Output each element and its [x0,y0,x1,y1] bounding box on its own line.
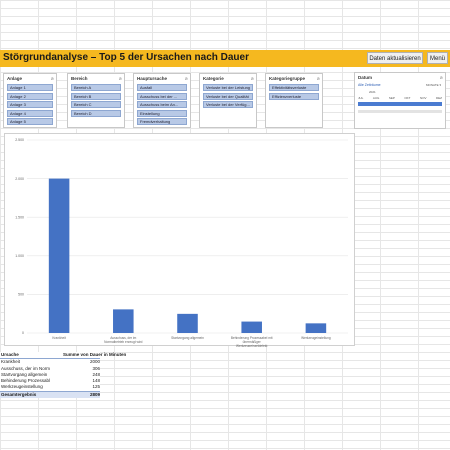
pivot-row[interactable]: Werkzeugeinstellung 125 [0,384,100,390]
slicer-item[interactable]: Bereich D [71,109,121,117]
refresh-data-button[interactable]: Daten aktualisieren [367,52,423,64]
slicer-item[interactable]: Anlage 1 [7,84,53,91]
x-tick-label: Krankheit [52,336,66,340]
y-tick-label: 0 [22,331,24,335]
pivot-row-label: Werkzeugeinstellung [1,384,43,390]
slicer-item[interactable]: Verluste bei der Qualität [203,92,253,100]
bar[interactable] [113,309,134,333]
timeline-month: DEZ [435,96,442,100]
slicer-item[interactable]: Effizienzverluste [269,92,319,100]
chart-canvas: 05001.0001.5002.0002.500Krankheit Ausschu… [15,138,348,347]
slicer-title: Kategorie [203,76,224,81]
timeline-scrollbar[interactable] [358,110,442,113]
clear-filter-icon[interactable]: ⊘ [317,76,320,81]
slicer-item[interactable]: Anlage 4 [7,109,53,117]
pivot-row-value: 125 [92,384,100,390]
slicer-item[interactable]: Einstellung [137,109,187,117]
clear-filter-icon[interactable]: ⊘ [51,76,54,81]
x-tick-label: Normalbetrieb erzeugt wird [104,340,142,344]
slicer-item[interactable]: Bereich A [71,84,121,91]
slicer-hauptursache: Hauptursache ⊘ Ausfall Ausschuss bei der… [133,73,191,128]
bar[interactable] [305,323,327,333]
pivot-total-value: 2809 [89,391,100,397]
timeline-month: JUL [358,96,364,100]
timeline-month: AUG [372,96,380,100]
y-tick-label: 2.500 [15,138,24,142]
slicer-item[interactable]: Ausfall [137,84,187,91]
date-timeline: Datum ⊘ Alle Zeiträume MONATE ▾ 2021 JUL… [354,72,446,129]
slicer-item[interactable]: Anlage 2 [7,92,53,100]
y-tick-label: 1.000 [15,254,24,258]
x-tick-label: Startvorgang allgemein [171,336,204,340]
slicer-item[interactable]: Verluste bei der Verfüg... [203,101,253,108]
slicer-item[interactable]: Anlage 3 [7,101,53,108]
timeline-selection-bar[interactable] [358,102,442,106]
slicer-item[interactable]: Effektivitätsverluste [269,84,319,91]
timeline-year: 2021 [369,90,376,94]
clear-filter-icon[interactable]: ⊘ [440,75,443,80]
timeline-unit-dropdown[interactable]: MONATE ▾ [426,83,441,87]
timeline-month: NOV [419,96,427,100]
slicer-title: Anlage [7,76,23,81]
y-tick-label: 500 [18,293,24,297]
slicer-item[interactable]: Bereich C [71,101,121,108]
timeline-title: Datum [358,75,373,80]
y-tick-label: 2.000 [15,177,24,181]
x-tick-label: Werkzeugeinzeldefekt [236,344,267,347]
slicer-bereich: Bereich ⊘ Bereich A Bereich B Bereich C … [67,73,125,128]
slicer-title: Kategoriegruppe [269,76,306,81]
menu-button[interactable]: Menü [427,52,448,64]
slicer-title: Hauptursache [137,76,168,81]
bar[interactable] [48,178,70,333]
pivot-col2-header: Summe von Dauer in Minuten [63,352,127,357]
pivot-total-row: Gesamtergebnis 2809 [0,390,100,399]
slicer-item[interactable]: Ausschuss bei der ... [137,92,187,100]
bar-chart[interactable]: 0 500 1.000 1.500 2.000 2.500 Krankheit Ausschu… [4,133,355,347]
x-tick-label: Werkzeugeinstellung [301,336,331,340]
slicer-item[interactable]: Bereich B [71,92,121,100]
pivot-header-row: Ursache Summe von Dauer in Minuten [0,352,127,360]
pivot-table: Ursache Summe von Dauer in Minuten Krank… [0,352,127,399]
slicer-item[interactable]: Anlage 5 [7,118,53,125]
slicer-item[interactable]: Ausschuss beim An... [137,101,187,108]
pivot-col1-header[interactable]: Ursache [0,352,63,358]
y-tick-label: 1.500 [15,215,24,219]
clear-filter-icon[interactable]: ⊘ [185,76,188,81]
timeline-month: SEP [388,96,395,100]
clear-filter-icon[interactable]: ⊘ [251,76,254,81]
slicer-item[interactable]: Verluste bei der Leistung [203,84,253,91]
clear-filter-icon[interactable]: ⊘ [119,76,122,81]
slicer-kategorie: Kategorie ⊘ Verluste bei der Leistung Ve… [199,73,257,128]
slicer-anlage: Anlage ⊘ Anlage 1 Anlage 2 Anlage 3 Anla… [3,73,57,128]
bar[interactable] [177,313,198,333]
slicer-title: Bereich [71,76,88,81]
timeline-month: OKT [404,96,411,100]
timeline-range-label: Alle Zeiträume [358,83,381,87]
bar[interactable] [241,321,262,333]
timeline-months: JUL AUG SEP OKT NOV DEZ [358,96,442,100]
page-title: Störgrundanalyse – Top 5 der Ursachen na… [3,52,249,63]
pivot-total-label: Gesamtergebnis [1,391,37,397]
slicer-item[interactable]: Fremdverhaltung [137,118,187,125]
slicer-kategoriegruppe: Kategoriegruppe ⊘ Effektivitätsverluste … [265,73,323,128]
